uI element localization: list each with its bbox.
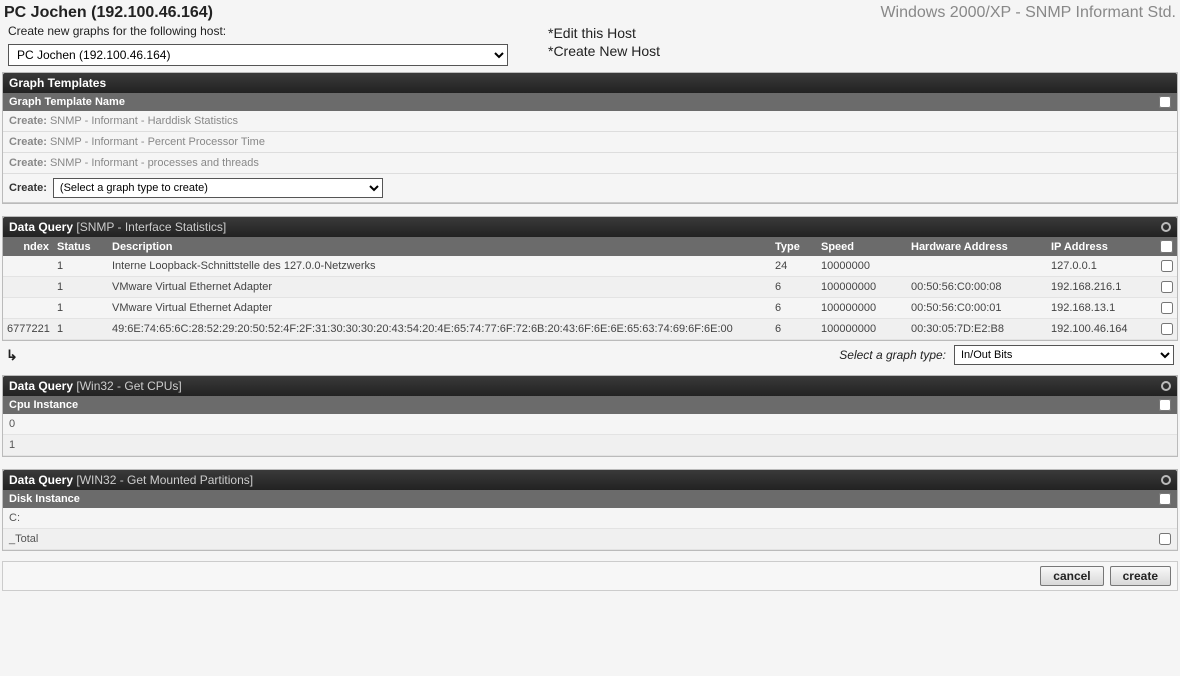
- cpu-instance-col: Cpu Instance: [9, 399, 78, 411]
- cpu-query-panel: Data Query [Win32 - Get CPUs] Cpu Instan…: [2, 375, 1178, 457]
- col-desc: Description: [108, 241, 771, 253]
- reload-icon[interactable]: [1161, 475, 1171, 485]
- interface-row[interactable]: 1VMware Virtual Ethernet Adapter61000000…: [3, 298, 1177, 319]
- create-button[interactable]: create: [1110, 566, 1171, 586]
- page-title: PC Jochen (192.100.46.164): [4, 4, 213, 22]
- graph-templates-panel: Graph Templates Graph Template Name Crea…: [2, 72, 1178, 204]
- disk-row-checkbox[interactable]: [1159, 533, 1171, 545]
- cell-type: 6: [771, 281, 817, 293]
- cpu-query-title: Data Query [Win32 - Get CPUs]: [9, 379, 182, 393]
- cell-speed: 100000000: [817, 302, 907, 314]
- cell-hw: 00:30:05:7D:E2:B8: [907, 323, 1047, 335]
- disk-instance-value: _Total: [9, 533, 38, 545]
- cell-speed: 10000000: [817, 260, 907, 272]
- interface-row[interactable]: 1Interne Loopback-Schnittstelle des 127.…: [3, 256, 1177, 277]
- cell-ip: 192.100.46.164: [1047, 323, 1157, 335]
- cell-status: 1: [53, 323, 108, 335]
- cell-type: 24: [771, 260, 817, 272]
- cell-desc: VMware Virtual Ethernet Adapter: [108, 302, 771, 314]
- cell-type: 6: [771, 302, 817, 314]
- interface-row-checkbox[interactable]: [1161, 260, 1173, 272]
- create-prefix: Create:: [9, 115, 47, 127]
- cell-ip: 192.168.216.1: [1047, 281, 1157, 293]
- interface-graph-type-select[interactable]: In/Out Bits: [954, 345, 1174, 365]
- cell-speed: 100000000: [817, 281, 907, 293]
- disk-query-panel: Data Query [WIN32 - Get Mounted Partitio…: [2, 469, 1178, 551]
- col-status: Status: [53, 241, 108, 253]
- col-speed: Speed: [817, 241, 907, 253]
- cell-hw: 00:50:56:C0:00:01: [907, 302, 1047, 314]
- disk-instance-value: C:: [9, 512, 20, 524]
- graph-template-name: SNMP - Informant - Harddisk Statistics: [50, 115, 238, 127]
- cell-status: 1: [53, 302, 108, 314]
- create-graphs-label: Create new graphs for the following host…: [8, 24, 548, 38]
- graph-template-row: Create: SNMP - Informant - Harddisk Stat…: [3, 111, 1177, 132]
- col-type: Type: [771, 241, 817, 253]
- create-graph-type-label: Create:: [9, 182, 47, 194]
- host-template-label: Windows 2000/XP - SNMP Informant Std.: [880, 4, 1176, 22]
- cell-ip: 127.0.0.1: [1047, 260, 1157, 272]
- disk-row[interactable]: C:: [3, 508, 1177, 529]
- cell-type: 6: [771, 323, 817, 335]
- cpu-select-all[interactable]: [1159, 399, 1171, 411]
- reload-icon[interactable]: [1161, 381, 1171, 391]
- host-select[interactable]: PC Jochen (192.100.46.164): [8, 44, 508, 66]
- cancel-button[interactable]: cancel: [1040, 566, 1103, 586]
- cpu-row[interactable]: 1: [3, 435, 1177, 456]
- graph-templates-title: Graph Templates: [9, 76, 106, 90]
- edit-host-link[interactable]: *Edit this Host: [548, 25, 636, 41]
- cell-speed: 100000000: [817, 323, 907, 335]
- cpu-row[interactable]: 0: [3, 414, 1177, 435]
- disk-instance-col: Disk Instance: [9, 493, 80, 505]
- col-index: ndex: [3, 241, 53, 253]
- col-ip: IP Address: [1047, 241, 1157, 253]
- cell-status: 1: [53, 281, 108, 293]
- cell-index: 6777221: [3, 323, 53, 335]
- interface-row[interactable]: 6777221149:6E:74:65:6C:28:52:29:20:50:52…: [3, 319, 1177, 340]
- cpu-instance-value: 0: [9, 418, 15, 430]
- disk-row[interactable]: _Total: [3, 529, 1177, 550]
- interface-row-checkbox[interactable]: [1161, 302, 1173, 314]
- cell-hw: 00:50:56:C0:00:08: [907, 281, 1047, 293]
- graph-template-name: SNMP - Informant - Percent Processor Tim…: [50, 136, 265, 148]
- interface-query-panel: Data Query [SNMP - Interface Statistics]…: [2, 216, 1178, 341]
- reload-icon[interactable]: [1161, 222, 1171, 232]
- graph-type-create-select[interactable]: (Select a graph type to create): [53, 178, 383, 198]
- graph-templates-select-all[interactable]: [1159, 96, 1171, 108]
- interface-select-all[interactable]: [1160, 240, 1173, 253]
- create-new-host-link[interactable]: *Create New Host: [548, 43, 660, 59]
- interface-query-title: Data Query [SNMP - Interface Statistics]: [9, 220, 226, 234]
- interface-row[interactable]: 1VMware Virtual Ethernet Adapter61000000…: [3, 277, 1177, 298]
- cell-desc: VMware Virtual Ethernet Adapter: [108, 281, 771, 293]
- cpu-instance-value: 1: [9, 439, 15, 451]
- select-graph-type-label: Select a graph type:: [839, 348, 946, 362]
- arrow-icon: ↳: [6, 347, 26, 364]
- cell-desc: 49:6E:74:65:6C:28:52:29:20:50:52:4F:2F:3…: [108, 323, 771, 335]
- action-bar: cancel create: [2, 561, 1178, 591]
- graph-template-row: Create: SNMP - Informant - processes and…: [3, 153, 1177, 174]
- graph-template-name-col: Graph Template Name: [9, 96, 125, 108]
- create-prefix: Create:: [9, 136, 47, 148]
- cell-desc: Interne Loopback-Schnittstelle des 127.0…: [108, 260, 771, 272]
- interface-row-checkbox[interactable]: [1161, 323, 1173, 335]
- graph-template-name: SNMP - Informant - processes and threads: [50, 157, 259, 169]
- graph-template-row: Create: SNMP - Informant - Percent Proce…: [3, 132, 1177, 153]
- interface-row-checkbox[interactable]: [1161, 281, 1173, 293]
- cell-ip: 192.168.13.1: [1047, 302, 1157, 314]
- col-hw: Hardware Address: [907, 241, 1047, 253]
- create-prefix: Create:: [9, 157, 47, 169]
- disk-select-all[interactable]: [1159, 493, 1171, 505]
- cell-status: 1: [53, 260, 108, 272]
- disk-query-title: Data Query [WIN32 - Get Mounted Partitio…: [9, 473, 253, 487]
